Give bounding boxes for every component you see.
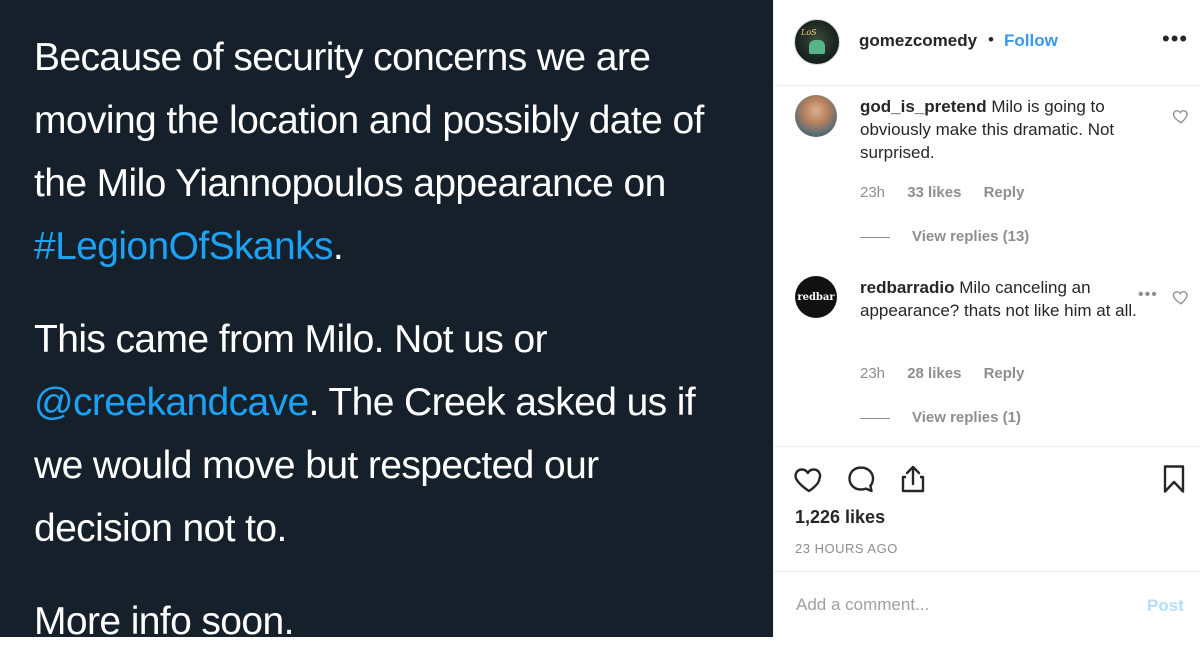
comment-username[interactable]: god_is_pretend [860, 97, 987, 116]
post-side-panel: LoS gomezcomedy • Follow ••• god_is_pret… [773, 0, 1200, 637]
avatar-logo: LoS [801, 28, 817, 37]
mention-link: @creekandcave [34, 381, 309, 424]
view-replies-button[interactable]: View replies (1) [860, 409, 1021, 426]
tweet-paragraph-2: This came from Milo. Not us or @creekand… [34, 308, 739, 560]
commenter-avatar[interactable]: redbar [795, 276, 837, 318]
comment-time: 23h [860, 365, 886, 382]
comment-text: god_is_pretend Milo is going to obviousl… [860, 95, 1160, 164]
replies-divider-line [860, 417, 890, 419]
tweet-text: This came from Milo. Not us or [34, 318, 548, 361]
heart-icon[interactable] [793, 463, 825, 495]
follow-button[interactable]: Follow [1004, 31, 1058, 51]
add-comment-bar: Post [774, 571, 1200, 637]
tweet-paragraph-3: More info soon. [34, 590, 739, 653]
tweet-text: Because of security concerns we are movi… [34, 36, 704, 205]
likes-count[interactable]: 1,226 likes [795, 507, 885, 528]
tweet-paragraph-1: Because of security concerns we are movi… [34, 26, 739, 278]
tweet-text: . [332, 225, 344, 268]
post-image: Because of security concerns we are movi… [0, 0, 773, 643]
commenter-avatar[interactable] [795, 95, 837, 137]
comment-time: 23h [860, 184, 886, 201]
comment-meta: 23h 28 likes Reply [860, 365, 1042, 382]
comment-like-heart-icon[interactable] [1172, 107, 1190, 125]
comment-text: redbarradio Milo canceling an appearance… [860, 276, 1142, 322]
comment-likes[interactable]: 28 likes [907, 365, 961, 382]
reply-button[interactable]: Reply [984, 365, 1025, 382]
post-header: LoS gomezcomedy • Follow ••• [774, 0, 1200, 86]
comment-username[interactable]: redbarradio [860, 278, 954, 297]
view-replies-label: View replies (13) [912, 228, 1030, 245]
avatar[interactable]: LoS [794, 19, 840, 65]
post-timestamp: 23 HOURS AGO [795, 541, 898, 556]
view-replies-button[interactable]: View replies (13) [860, 228, 1029, 245]
bookmark-icon[interactable] [1158, 463, 1190, 495]
post-author-username[interactable]: gomezcomedy [859, 31, 977, 51]
more-horizontal-icon[interactable]: ••• [1162, 26, 1188, 52]
post-button[interactable]: Post [1147, 596, 1184, 616]
comment-meta: 23h 33 likes Reply [860, 184, 1042, 201]
comment-input[interactable] [794, 594, 1098, 616]
replies-divider-line [860, 236, 890, 238]
share-icon[interactable] [897, 463, 929, 495]
comment-icon[interactable] [845, 463, 877, 495]
comment-like-heart-icon[interactable] [1172, 288, 1190, 306]
comment-likes[interactable]: 33 likes [907, 184, 961, 201]
separator-dot: • [988, 30, 994, 49]
reply-button[interactable]: Reply [984, 184, 1025, 201]
view-replies-label: View replies (1) [912, 409, 1021, 426]
avatar-text: redbar [797, 291, 835, 303]
hashtag-link: #LegionOfSkanks [34, 225, 333, 268]
avatar-figure [809, 40, 825, 54]
post-actions: 1,226 likes 23 HOURS AGO [774, 446, 1200, 571]
comment-options-icon[interactable]: ••• [1138, 286, 1158, 304]
